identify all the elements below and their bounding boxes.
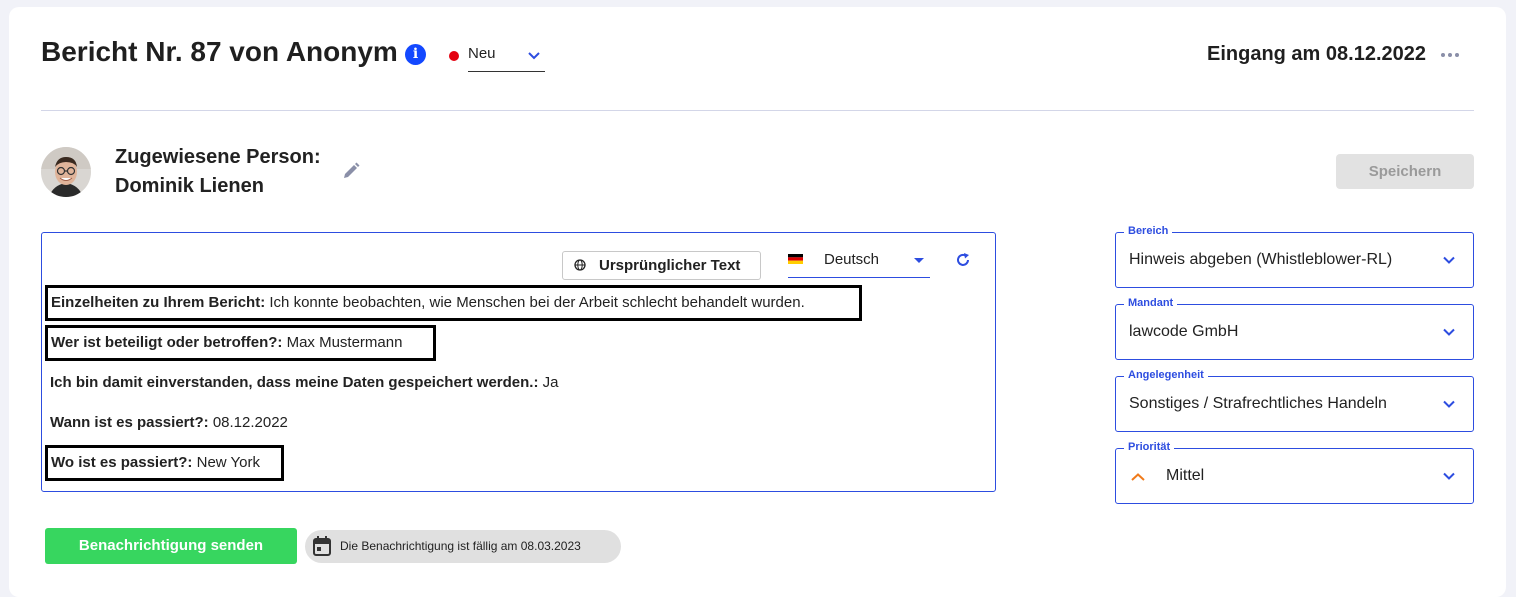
refresh-icon[interactable] [955,252,971,268]
mandant-value: lawcode GmbH [1129,323,1239,340]
angelegenheit-label: Angelegenheit [1124,369,1208,381]
prioritaet-value: Mittel [1166,467,1205,484]
field-value: Max Mustermann [286,334,403,351]
assigned-person-name: Dominik Lienen [115,175,264,197]
assigned-person-label: Zugewiesene Person: [115,146,321,168]
chevron-up-priority-icon [1131,473,1145,481]
report-field-consent: Ich bin damit einverstanden, dass meine … [50,374,559,391]
prioritaet-select[interactable]: Priorität Mittel [1115,441,1474,504]
received-date: Eingang am 08.12.2022 [1206,43,1426,65]
bereich-select[interactable]: Bereich Hinweis abgeben (Whistleblower-R… [1115,225,1474,288]
status-dropdown[interactable]: Neu [449,40,545,72]
chevron-down-icon [1443,256,1455,264]
send-notification-button[interactable]: Benachrichtigung senden [45,528,297,564]
chevron-down-icon [528,52,540,60]
header-divider [41,110,1474,111]
field-label: Ich bin damit einverstanden, dass meine … [50,374,539,391]
language-value: Deutsch [824,251,880,268]
field-value: Ich konnte beobachten, wie Menschen bei … [269,294,805,311]
field-label: Wo ist es passiert?: [51,454,193,471]
bereich-label: Bereich [1124,225,1173,237]
avatar [41,147,91,197]
chevron-down-icon [1443,400,1455,408]
original-text-button[interactable]: Ursprünglicher Text [562,251,761,280]
original-text-label: Ursprünglicher Text [599,257,741,274]
report-field-when: Wann ist es passiert?: 08.12.2022 [50,414,288,431]
report-field-involved: Wer ist beteiligt oder betroffen?: Max M… [45,325,436,361]
angelegenheit-value: Sonstiges / Strafrechtliches Handeln [1129,395,1387,412]
field-value: Ja [542,374,559,391]
field-label: Wann ist es passiert?: [50,414,209,431]
prioritaet-label: Priorität [1124,441,1175,453]
mandant-select[interactable]: Mandant lawcode GmbH [1115,297,1474,360]
status-value: Neu [468,45,496,62]
more-options-icon[interactable] [1440,48,1460,62]
report-field-where: Wo ist es passiert?: New York [45,445,284,481]
field-value: New York [196,454,260,471]
chevron-down-icon [1443,328,1455,336]
chevron-down-icon [1443,472,1455,480]
save-button[interactable]: Speichern [1336,154,1474,189]
field-label: Einzelheiten zu Ihrem Bericht: [51,294,266,311]
field-label: Wer ist beteiligt oder betroffen?: [51,334,283,351]
field-value: 08.12.2022 [212,414,288,431]
caret-down-icon [914,258,924,263]
angelegenheit-select[interactable]: Angelegenheit Sonstiges / Strafrechtlich… [1115,369,1474,432]
page-title: Bericht Nr. 87 von Anonym [41,36,398,67]
german-flag-icon [788,254,803,264]
language-dropdown[interactable]: Deutsch [788,248,930,278]
status-dot-icon [449,51,459,61]
globe-icon [574,259,586,271]
notification-due-badge: Die Benachrichtigung ist fällig am 08.03… [305,530,621,563]
bereich-value: Hinweis abgeben (Whistleblower-RL) [1129,251,1393,268]
pencil-icon[interactable] [342,162,360,180]
report-field-details: Einzelheiten zu Ihrem Bericht: Ich konnt… [45,285,862,321]
calendar-icon [313,536,331,556]
mandant-label: Mandant [1124,297,1178,309]
info-icon[interactable]: i [405,44,426,65]
due-date-text: Die Benachrichtigung ist fällig am 08.03… [340,539,581,553]
